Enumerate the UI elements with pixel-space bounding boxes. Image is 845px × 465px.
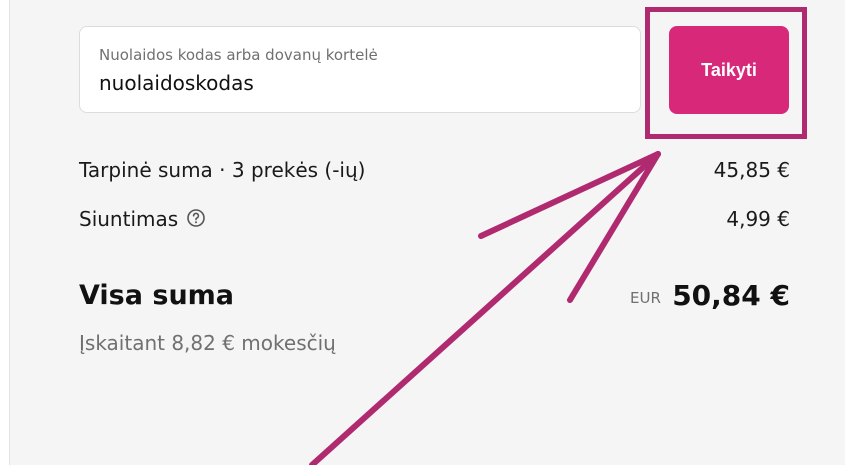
subtotal-value: 45,85 €	[713, 158, 790, 182]
panel-left-edge	[0, 0, 10, 465]
shipping-row: Siuntimas	[79, 207, 206, 233]
annotation-highlight-box	[645, 7, 807, 139]
arrow-head-right	[567, 151, 661, 303]
discount-code-value[interactable]: nuolaidoskodas	[99, 71, 254, 95]
arrow-shaft	[309, 151, 661, 465]
total-value: 50,84 €	[672, 279, 790, 312]
shipping-label: Siuntimas	[79, 207, 179, 231]
help-circle-icon[interactable]	[186, 208, 206, 233]
shipping-value: 4,99 €	[726, 207, 790, 231]
subtotal-label: Tarpinė suma · 3 prekės (-ių)	[79, 158, 366, 182]
total-label: Visa suma	[79, 280, 235, 311]
total-currency: EUR	[630, 289, 661, 307]
arrow-head-left	[478, 151, 661, 239]
tax-note: Įskaitant 8,82 € mokesčių	[79, 331, 336, 355]
discount-code-field[interactable]: Nuolaidos kodas arba dovanų kortelė nuol…	[79, 26, 641, 113]
discount-code-placeholder: Nuolaidos kodas arba dovanų kortelė	[99, 46, 378, 64]
